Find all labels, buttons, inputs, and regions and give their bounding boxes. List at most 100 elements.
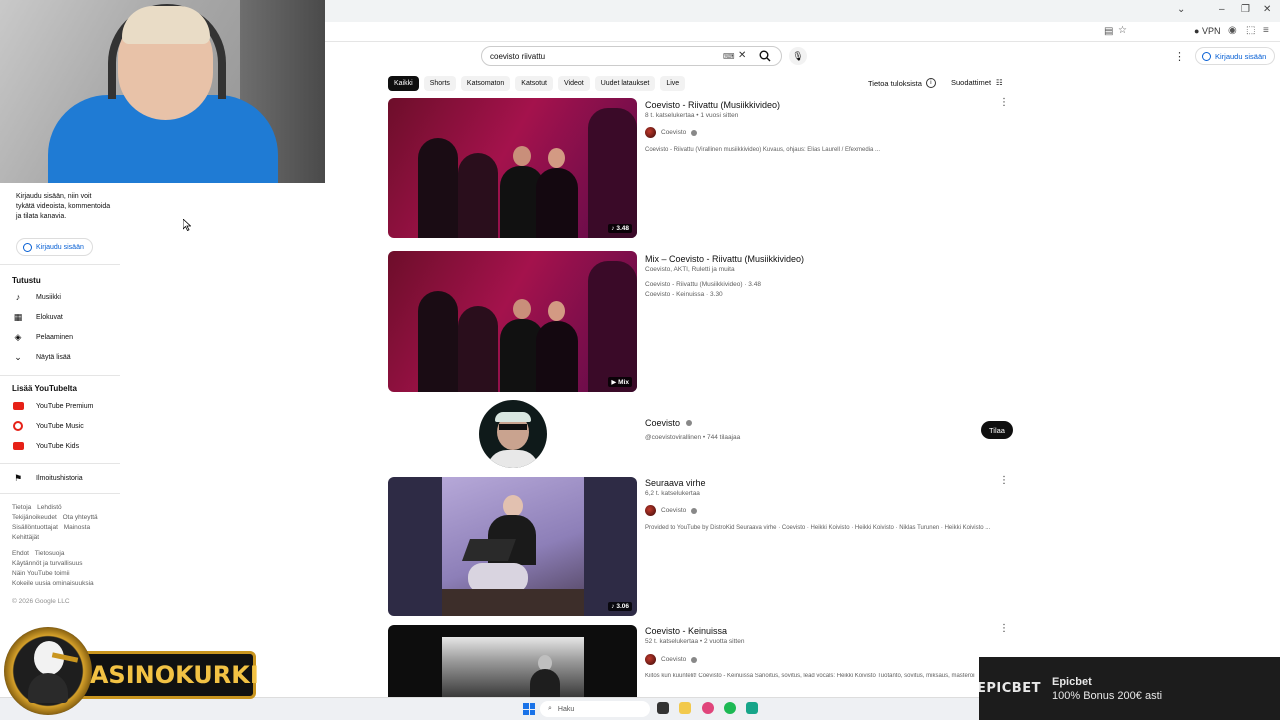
search-input[interactable] (490, 51, 710, 61)
chip-recently-uploaded[interactable]: Uudet lataukset (594, 76, 656, 91)
footer-link[interactable]: Ota yhteyttä (63, 514, 98, 521)
footer-link[interactable]: Sisällöntuottajat (12, 524, 58, 531)
restore-icon[interactable]: ❐ (1241, 4, 1250, 15)
keyboard-icon[interactable]: ⌨ (723, 52, 735, 61)
webcam-overlay (0, 0, 325, 183)
avatar (645, 654, 656, 665)
verified-icon (685, 420, 692, 426)
about-results-button[interactable]: Tietoa tuloksista i (868, 78, 936, 88)
sidebar: Kirjaudu sisään, niin voit tykätä videoi… (0, 183, 120, 703)
filter-chips: Kaikki Shorts Katsomaton Katsotut Videot… (388, 76, 686, 91)
footer-link[interactable]: Kokeile uusia ominaisuuksia (12, 580, 94, 587)
channel-link[interactable]: Coevisto (645, 505, 698, 516)
footer-link[interactable]: Tietoja (12, 504, 31, 511)
sidebar-item-movies[interactable]: ▦ Elokuvat (12, 310, 63, 324)
search-icon: ⌕ (548, 705, 552, 712)
chip-live[interactable]: Live (660, 76, 686, 91)
mix-meta: Coevisto, AKTI, Ruletti ja muita (645, 266, 735, 273)
menu-icon[interactable]: ≡ (1263, 25, 1269, 36)
search-box: ⌨ ✕ (481, 46, 782, 66)
channel-avatar[interactable] (479, 400, 547, 468)
footer-links-secondary: Ehdot Tietosuoja Käytännöt ja turvallisu… (12, 549, 112, 589)
user-icon (1202, 51, 1211, 61)
video-title[interactable]: Coevisto - Riivattu (Musiikkivideo) (645, 100, 780, 110)
sidebar-item-music[interactable]: ♪ Musiikki (12, 290, 61, 304)
footer-link[interactable]: Käytännöt ja turvallisuus (12, 560, 82, 567)
filters-button[interactable]: Suodattimet ☷ (951, 78, 1003, 87)
video-title[interactable]: Seuraava virhe (645, 478, 706, 488)
channel-link[interactable]: Coevisto (645, 127, 698, 138)
sidebar-item-report-history[interactable]: ⚑ Ilmoitushistoria (12, 471, 83, 485)
file-explorer-icon[interactable] (679, 702, 691, 714)
mix-thumbnail[interactable]: ▶ Mix (388, 251, 637, 392)
youtube-premium-icon (12, 402, 24, 410)
chip-shorts[interactable]: Shorts (423, 76, 456, 91)
logo-emblem (4, 627, 92, 715)
youtube-music-icon (13, 421, 23, 431)
more-from-youtube-title: Lisää YouTubelta (12, 384, 77, 393)
sidebar-item-youtube-music[interactable]: YouTube Music (12, 419, 84, 433)
logo-banner: KASINOKURKI (71, 651, 259, 699)
footer-link[interactable]: Kehittäjät (12, 534, 39, 541)
footer-link[interactable]: Ehdot (12, 550, 29, 557)
film-icon: ▦ (13, 311, 23, 322)
footer-link[interactable]: Lehdistö (37, 504, 62, 511)
explore-title: Tutustu (12, 276, 41, 285)
reader-icon[interactable]: ▤ (1104, 26, 1113, 37)
more-actions-icon[interactable]: ⋮ (999, 475, 1009, 486)
mix-badge: ▶ Mix (608, 377, 632, 387)
gamepad-icon: ◈ (14, 331, 22, 342)
footer-link[interactable]: Mainosta (64, 524, 90, 531)
windows-start-icon[interactable] (523, 703, 535, 715)
task-view-icon[interactable] (657, 702, 669, 714)
sidebar-item-youtube-premium[interactable]: YouTube Premium (12, 399, 93, 413)
chip-all[interactable]: Kaikki (388, 76, 419, 91)
channel-name[interactable]: Coevisto (645, 418, 692, 428)
mix-item[interactable]: Coevisto - Riivattu (Musiikkivideo) · 3.… (645, 281, 761, 288)
close-window-icon[interactable]: ✕ (1263, 4, 1271, 15)
divider (0, 375, 120, 376)
info-icon: i (925, 78, 936, 88)
settings-kebab-icon[interactable]: ⋮ (1174, 50, 1185, 63)
chip-videos[interactable]: Videot (557, 76, 590, 91)
video-thumbnail[interactable]: ♪ 3.06 (388, 477, 637, 616)
sidebar-signin-button[interactable]: Kirjaudu sisään (16, 238, 93, 256)
browser-app-icon[interactable] (702, 702, 714, 714)
footer-link[interactable]: Näin YouTube toimii (12, 570, 70, 577)
mix-item[interactable]: Coevisto - Keinuissa · 3.30 (645, 291, 723, 298)
spotify-icon[interactable] (724, 702, 736, 714)
video-meta: 6,2 t. katselukertaa (645, 490, 700, 497)
app-icon[interactable] (746, 702, 758, 714)
header-signin-button[interactable]: Kirjaudu sisään (1195, 47, 1276, 65)
bookmark-star-icon[interactable]: ☆ (1118, 25, 1127, 36)
video-description: Coevisto - Riivattu (Virallinen musiikki… (645, 147, 880, 153)
footer-link[interactable]: Tietosuoja (35, 550, 65, 557)
divider (0, 463, 120, 464)
more-actions-icon[interactable]: ⋮ (999, 623, 1009, 634)
subscribe-button[interactable]: Tilaa (981, 421, 1013, 439)
clear-search-icon[interactable]: ✕ (738, 50, 746, 61)
verified-icon (691, 507, 698, 514)
wallet-icon[interactable]: ◉ (1228, 25, 1237, 36)
chip-unwatched[interactable]: Katsomaton (460, 76, 511, 91)
chip-watched[interactable]: Katsotut (515, 76, 553, 91)
more-actions-icon[interactable]: ⋮ (999, 97, 1009, 108)
vpn-badge[interactable]: ● VPN (1194, 26, 1220, 36)
search-button[interactable] (752, 46, 778, 66)
video-thumbnail[interactable]: ♪ 3.48 (388, 98, 637, 238)
mix-title[interactable]: Mix – Coevisto - Riivattu (Musiikkivideo… (645, 254, 804, 264)
sidebar-item-youtube-kids[interactable]: YouTube Kids (12, 439, 79, 453)
taskbar-search[interactable]: ⌕ Haku (540, 701, 650, 717)
epicbet-ad[interactable]: EPICBET Epicbet 100% Bonus 200€ asti (979, 657, 1280, 720)
tab-list-icon[interactable]: ⌄ (1177, 4, 1185, 15)
video-title[interactable]: Coevisto - Keinuissa (645, 626, 727, 636)
avatar (645, 127, 656, 138)
sidebar-item-gaming[interactable]: ◈ Pelaaminen (12, 330, 73, 344)
sidebar-item-show-more[interactable]: ⌄ Näytä lisää (12, 350, 70, 364)
minimize-icon[interactable]: – (1219, 4, 1225, 15)
footer-link[interactable]: Tekijänoikeudet (12, 514, 57, 521)
voice-search-button[interactable]: 🎙 (789, 47, 807, 65)
channel-link[interactable]: Coevisto (645, 654, 698, 665)
extensions-icon[interactable]: ⬚ (1246, 25, 1255, 36)
video-thumbnail[interactable] (388, 625, 637, 697)
